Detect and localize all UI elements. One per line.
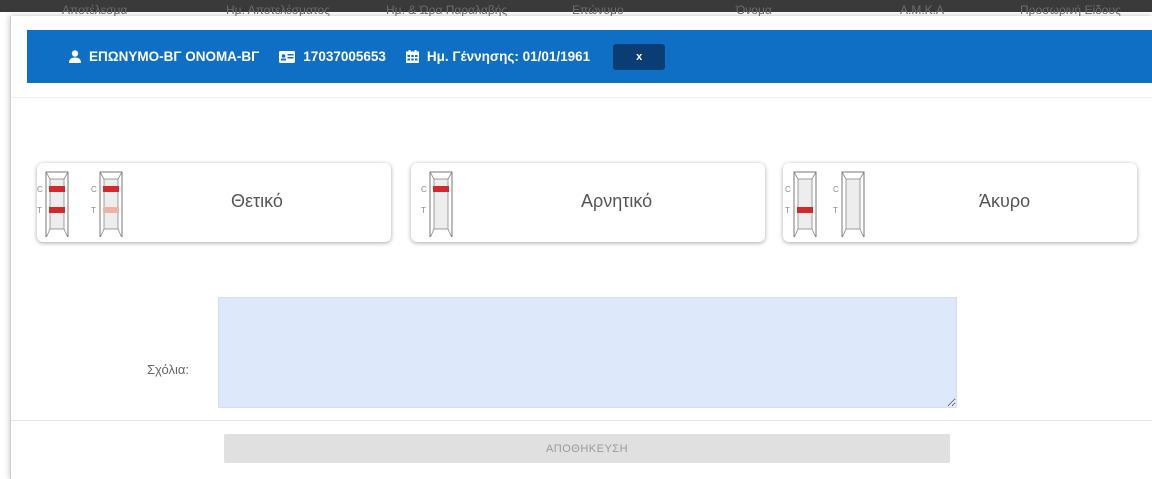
positive-test-strips-icon: C T C T bbox=[37, 171, 123, 237]
invalid-test-strips-icon: C T C T bbox=[785, 171, 865, 237]
close-button[interactable]: x bbox=[613, 43, 666, 70]
t-letter-inv-2: T bbox=[833, 206, 838, 215]
comments-textarea[interactable] bbox=[218, 297, 957, 408]
result-modal: ΕΠΩΝΥΜΟ-ΒΓ ΟΝΟΜΑ-ΒΓ 17037005653 Ημ. Γένν… bbox=[10, 16, 1152, 479]
test-line-inv-1 bbox=[797, 207, 813, 213]
test-line-2-faint bbox=[103, 207, 119, 213]
patient-name: ΕΠΩΝΥΜΟ-ΒΓ ΟΝΟΜΑ-ΒΓ bbox=[89, 49, 260, 64]
bg-col-result: Αποτέλεσμα bbox=[62, 3, 128, 17]
id-number: 17037005653 bbox=[303, 49, 386, 64]
bg-col-amka: Α.Μ.Κ.Α bbox=[900, 3, 945, 17]
t-letter-neg: T bbox=[421, 206, 426, 215]
negative-label: Αρνητικό bbox=[581, 191, 653, 211]
control-line-1 bbox=[49, 186, 65, 192]
save-button[interactable]: ΑΠΟΘΗΚΕΥΣΗ bbox=[224, 434, 950, 463]
strip-1: C T bbox=[37, 171, 69, 237]
footer-divider bbox=[11, 420, 1152, 421]
bg-col-result-date: Ημ. Αποτελέσματος bbox=[226, 3, 330, 17]
invalid-label: Άκυρο bbox=[979, 191, 1031, 211]
control-line-2 bbox=[103, 186, 119, 192]
c-letter-inv-1: C bbox=[785, 185, 791, 194]
c-letter-1: C bbox=[37, 185, 43, 194]
header-divider bbox=[11, 97, 1152, 98]
negative-result-card[interactable]: C T Αρνητικό bbox=[411, 163, 765, 242]
negative-test-strip-icon: C T bbox=[421, 171, 453, 237]
c-letter-neg: C bbox=[421, 185, 427, 194]
c-letter-2: C bbox=[91, 185, 97, 194]
bg-col-surname: Επώνυμο bbox=[572, 3, 624, 17]
control-line-neg bbox=[433, 186, 449, 192]
birth-date-item: Ημ. Γέννησης: 01/01/1961 bbox=[405, 49, 591, 64]
comments-label: Σχόλια: bbox=[147, 362, 190, 377]
birth-date: Ημ. Γέννησης: 01/01/1961 bbox=[426, 49, 591, 64]
id-number-item: 17037005653 bbox=[279, 49, 386, 64]
id-card-icon bbox=[279, 50, 296, 63]
t-letter-inv-1: T bbox=[785, 206, 790, 215]
invalid-result-card[interactable]: C T C T Άκυρο bbox=[783, 163, 1137, 242]
invalid-strip-2: C T bbox=[833, 171, 865, 237]
bg-col-type: Προσωρινή Είδους bbox=[1020, 3, 1121, 17]
strip-2: C T bbox=[91, 171, 123, 237]
test-line-1 bbox=[49, 207, 65, 213]
positive-label: Θετικό bbox=[231, 191, 283, 211]
patient-name-item: ΕΠΩΝΥΜΟ-ΒΓ ΟΝΟΜΑ-ΒΓ bbox=[69, 49, 259, 64]
invalid-strip-1: C T bbox=[785, 171, 817, 237]
bg-col-received: Ημ. & Ώρα Παραλαβής bbox=[386, 3, 508, 17]
positive-result-card[interactable]: C T C T Θετικό bbox=[37, 163, 391, 242]
user-icon bbox=[69, 50, 81, 63]
c-letter-inv-2: C bbox=[833, 185, 839, 194]
t-letter-1: T bbox=[37, 206, 42, 215]
t-letter-2: T bbox=[91, 206, 96, 215]
patient-header: ΕΠΩΝΥΜΟ-ΒΓ ΟΝΟΜΑ-ΒΓ 17037005653 Ημ. Γένν… bbox=[27, 30, 1152, 83]
calendar-icon bbox=[405, 50, 419, 63]
bg-col-name: Όνομα bbox=[736, 3, 772, 17]
